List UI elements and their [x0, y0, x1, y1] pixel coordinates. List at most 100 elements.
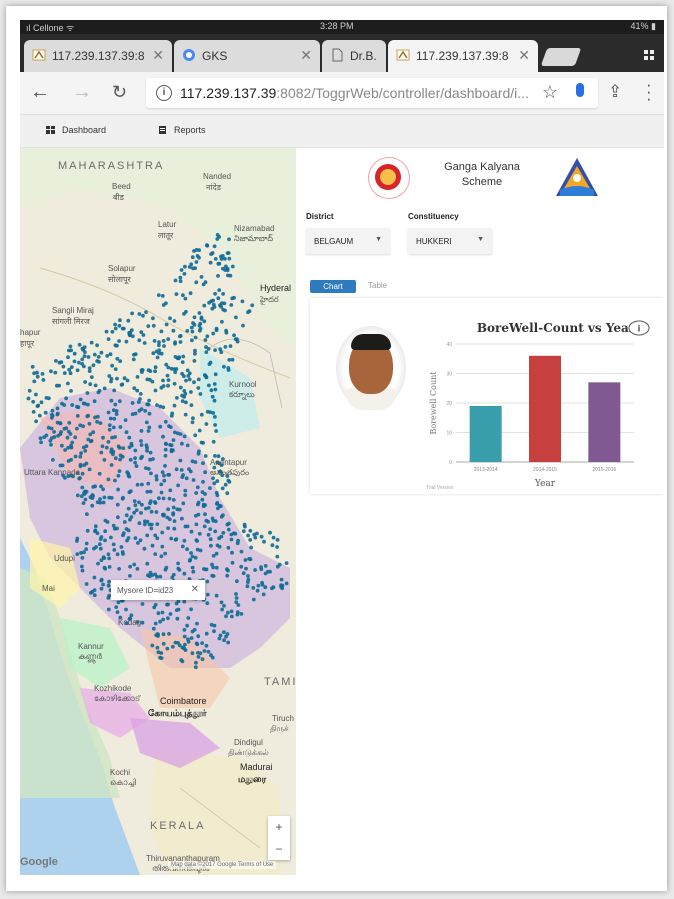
x-tick-label: 2013-2014	[474, 467, 498, 473]
district-select[interactable]: BELGAUM ▼	[306, 228, 390, 254]
device-frame: ıl Cellone ᯤ 3:28 PM 41% ▮ 117.239.137.3…	[6, 6, 667, 891]
map-label-uttara-kannada: Uttara Kannada	[24, 468, 81, 477]
map-label-mangaluru: Mai	[42, 584, 55, 593]
map-label-maharashtra: MAHARASHTRA	[58, 160, 165, 172]
map-label-coimbatore-local: கோயம்புத்தூர்	[148, 708, 207, 718]
x-axis-label: Year	[534, 479, 556, 489]
info-icon: i	[628, 320, 650, 336]
back-arrow-icon[interactable]: ←	[30, 81, 50, 104]
map-label-coimbatore: Coimbatore	[160, 696, 207, 706]
constituency-label: Constituency	[408, 212, 459, 221]
map-label-kozhikode: Kozhikode	[94, 684, 132, 693]
more-menu-icon[interactable]: · · ·	[646, 76, 652, 107]
url-host: 117.239.137.39	[180, 85, 277, 101]
chart-title: BoreWell-Count vs Year	[477, 321, 636, 335]
app-navigation: Dashboard Reports	[20, 115, 664, 148]
map-label-tiruchi-local: திருச்	[270, 724, 289, 733]
map-label-kannur: Kannur	[78, 642, 104, 651]
map-label-dindigul-local: திண்டுக்கல்	[228, 748, 269, 757]
district-label: District	[306, 212, 334, 221]
y-tick-label: 20	[446, 401, 452, 407]
constituency-select[interactable]: HUKKERI ▼	[408, 228, 492, 254]
map-label-kochi: Kochi	[110, 768, 131, 777]
map-label-beed: Beed	[112, 182, 131, 191]
map-label-latur: Latur	[158, 220, 177, 229]
chevron-down-icon: ▼	[477, 236, 484, 243]
y-axis-label: Borewell Count	[429, 371, 438, 435]
map-label-tamil: TAMI	[264, 676, 296, 688]
site-favicon-icon	[32, 49, 46, 61]
y-tick-label: 0	[449, 460, 452, 466]
zoom-out-button[interactable]: −	[268, 838, 290, 860]
x-tick-label: 2015-2016	[592, 467, 616, 473]
nav-reports[interactable]: Reports	[158, 125, 206, 135]
tab-table[interactable]: Table	[368, 281, 387, 290]
trial-version-note: Trial Version	[426, 485, 454, 490]
map-label-solapur-local: सोलापूर	[108, 275, 131, 284]
x-tick-label: 2014-2015	[533, 467, 557, 473]
dashboard-icon	[46, 126, 55, 134]
map-view[interactable]: MAHARASHTRA Nanded नांदेड Beed बीड Latur…	[20, 148, 296, 875]
map-label-dindigul: Dindigul	[234, 738, 263, 747]
carrier-label: ıl Cellone ᯤ	[26, 23, 75, 33]
map-info-popup[interactable]: Mysore ID=id23 ✕	[111, 580, 205, 600]
y-tick-label: 30	[446, 372, 452, 378]
browser-tab-1[interactable]: 117.239.137.39:8 ✕	[24, 40, 172, 72]
address-bar: ← → ↻ i 117.239.137.39:8082/ToggrWeb/con…	[20, 72, 664, 115]
bookmark-star-icon[interactable]: ☆	[542, 82, 558, 103]
map-label-kozhikode-local: കോഴിക്കോട്	[94, 694, 141, 703]
browser-tab-3[interactable]: Dr.B. ✕	[322, 40, 386, 72]
browser-tab-4-active[interactable]: 117.239.137.39:8 ✕	[388, 40, 538, 72]
map-label-latur-local: लातूर	[158, 231, 174, 240]
close-tab-icon[interactable]: ✕	[518, 47, 530, 64]
map-label-hyderabad-local: హైదర	[260, 295, 279, 304]
screen: ıl Cellone ᯤ 3:28 PM 41% ▮ 117.239.137.3…	[20, 20, 664, 875]
microphone-icon[interactable]	[576, 83, 584, 97]
zoom-in-button[interactable]: +	[268, 816, 290, 838]
map-label-kolhapur-local: हापूर	[20, 339, 35, 348]
share-icon[interactable]: ⇪	[608, 82, 622, 102]
browser-tab-strip: 117.239.137.39:8 ✕ GKS ✕ Dr.B. ✕ 117.239…	[20, 34, 664, 72]
google-logo[interactable]: Google	[20, 856, 58, 868]
close-tab-icon[interactable]: ✕	[152, 47, 164, 64]
map-label-kolhapur: hapur	[20, 328, 41, 337]
battery-indicator: 41% ▮	[630, 21, 656, 31]
map-label-nanded: Nanded	[203, 172, 232, 181]
browser-tab-2[interactable]: GKS ✕	[174, 40, 320, 72]
reports-icon	[159, 126, 166, 134]
tab-switcher-icon[interactable]	[644, 50, 654, 60]
url-path: :8082/ToggrWeb/controller/dashboard/i...	[276, 85, 529, 101]
y-tick-label: 40	[446, 342, 452, 348]
constituency-value: HUKKERI	[416, 237, 452, 246]
scheme-logo	[556, 158, 598, 196]
leader-photo	[336, 326, 406, 410]
map-label-kochi-local: കൊച്ചി	[110, 778, 136, 787]
map-label-kurnool: Kurnool	[229, 380, 257, 389]
dashboard-panel: Ganga Kalyana Scheme District BELGAUM ▼ …	[296, 148, 664, 875]
google-favicon-icon	[183, 49, 195, 61]
map-label-kodagu: Kodag	[118, 618, 142, 627]
map-attribution[interactable]: Map data ©2017 Google Terms of Use	[168, 861, 277, 869]
map-label-sangli: Sangli Miraj	[52, 306, 94, 315]
close-tab-icon[interactable]: ✕	[300, 47, 312, 64]
map-label-kannur-local: കണ്ണൂർ	[78, 652, 102, 661]
nav-dashboard[interactable]: Dashboard	[46, 125, 106, 135]
tab-title: Dr.B.	[350, 49, 377, 63]
svg-text:i: i	[638, 324, 641, 334]
popup-close-icon[interactable]: ✕	[191, 584, 199, 595]
clock: 3:28 PM	[320, 21, 354, 31]
nav-dashboard-label: Dashboard	[62, 125, 107, 135]
forward-arrow-icon[interactable]: →	[72, 81, 92, 104]
status-bar: ıl Cellone ᯤ 3:28 PM 41% ▮	[20, 20, 664, 34]
bar-2013-2014	[469, 405, 502, 462]
scheme-title: Ganga Kalyana Scheme	[444, 161, 520, 188]
popup-text: Mysore ID=id23	[117, 586, 174, 595]
site-info-icon[interactable]: i	[156, 85, 172, 101]
url-field[interactable]: i 117.239.137.39:8082/ToggrWeb/controlle…	[146, 78, 598, 108]
tab-title: 117.239.137.39:8	[52, 49, 145, 63]
reload-icon[interactable]: ↻	[112, 82, 127, 103]
site-favicon-icon	[396, 49, 410, 61]
map-label-beed-local: बीड	[113, 193, 124, 202]
new-tab-button[interactable]	[540, 48, 582, 66]
tab-chart[interactable]: Chart	[310, 280, 356, 293]
